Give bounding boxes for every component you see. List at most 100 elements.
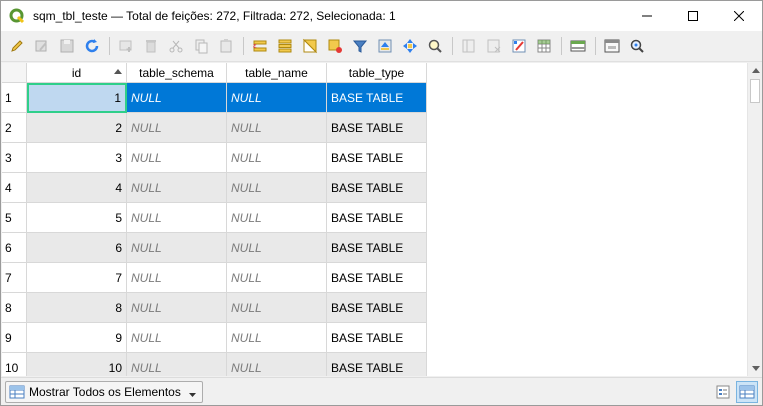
cell-table-type[interactable]: BASE TABLE (327, 293, 427, 323)
table-row[interactable]: 3 3 NULL NULL BASE TABLE (2, 143, 427, 173)
row-number[interactable]: 7 (2, 263, 27, 293)
cell-id[interactable]: 5 (27, 203, 127, 233)
cell-table-name[interactable]: NULL (227, 143, 327, 173)
form-view-button[interactable] (712, 381, 734, 403)
cut-icon[interactable] (164, 34, 188, 58)
cell-table-type[interactable]: BASE TABLE (327, 263, 427, 293)
save-edits-icon[interactable] (55, 34, 79, 58)
scroll-down-icon[interactable] (748, 361, 762, 376)
cell-table-schema[interactable]: NULL (127, 83, 227, 113)
table-view-button[interactable] (736, 381, 758, 403)
row-number[interactable]: 10 (2, 353, 27, 376)
cell-table-schema[interactable]: NULL (127, 263, 227, 293)
identify-icon[interactable] (625, 34, 649, 58)
add-feature-icon[interactable] (114, 34, 138, 58)
cell-id[interactable]: 1 (27, 83, 127, 113)
pan-to-selection-icon[interactable] (398, 34, 422, 58)
scroll-up-icon[interactable] (748, 63, 762, 78)
row-number[interactable]: 8 (2, 293, 27, 323)
cell-id[interactable]: 2 (27, 113, 127, 143)
cell-table-type[interactable]: BASE TABLE (327, 143, 427, 173)
cell-table-type[interactable]: BASE TABLE (327, 353, 427, 376)
column-header-table-schema[interactable]: table_schema (127, 63, 227, 83)
dock-table-icon[interactable] (566, 34, 590, 58)
cell-table-type[interactable]: BASE TABLE (327, 83, 427, 113)
maximize-button[interactable] (670, 1, 716, 31)
cell-id[interactable]: 10 (27, 353, 127, 376)
header-corner[interactable] (2, 63, 27, 83)
column-header-table-type[interactable]: table_type (327, 63, 427, 83)
row-number[interactable]: 6 (2, 233, 27, 263)
vertical-scrollbar[interactable] (747, 63, 762, 376)
column-header-id[interactable]: id (27, 63, 127, 83)
cell-table-schema[interactable]: NULL (127, 353, 227, 376)
row-number[interactable]: 2 (2, 113, 27, 143)
filter-select-icon[interactable] (348, 34, 372, 58)
title-bar[interactable]: sqm_tbl_teste — Total de feições: 272, F… (1, 1, 762, 31)
row-number[interactable]: 1 (2, 83, 27, 113)
cell-table-name[interactable]: NULL (227, 293, 327, 323)
delete-field-icon[interactable] (482, 34, 506, 58)
pencil-edit-icon[interactable] (5, 34, 29, 58)
cell-table-type[interactable]: BASE TABLE (327, 203, 427, 233)
cell-id[interactable]: 8 (27, 293, 127, 323)
cell-table-type[interactable]: BASE TABLE (327, 113, 427, 143)
cell-table-type[interactable]: BASE TABLE (327, 323, 427, 353)
table-row[interactable]: 8 8 NULL NULL BASE TABLE (2, 293, 427, 323)
table-row[interactable]: 2 2 NULL NULL BASE TABLE (2, 113, 427, 143)
copy-icon[interactable] (189, 34, 213, 58)
cell-id[interactable]: 6 (27, 233, 127, 263)
cell-table-name[interactable]: NULL (227, 233, 327, 263)
conditional-format-icon[interactable] (532, 34, 556, 58)
multi-edit-icon[interactable] (30, 34, 54, 58)
move-selection-top-icon[interactable] (373, 34, 397, 58)
table-row[interactable]: 1 1 NULL NULL BASE TABLE (2, 83, 427, 113)
cell-table-type[interactable]: BASE TABLE (327, 173, 427, 203)
cell-table-name[interactable]: NULL (227, 173, 327, 203)
cell-table-schema[interactable]: NULL (127, 323, 227, 353)
select-expression-icon[interactable]: ε (248, 34, 272, 58)
cell-id[interactable]: 3 (27, 143, 127, 173)
row-number[interactable]: 3 (2, 143, 27, 173)
cell-table-schema[interactable]: NULL (127, 143, 227, 173)
minimize-button[interactable] (624, 1, 670, 31)
row-number[interactable]: 9 (2, 323, 27, 353)
cell-table-name[interactable]: NULL (227, 83, 327, 113)
show-all-features-dropdown[interactable]: Mostrar Todos os Elementos (5, 381, 203, 403)
delete-feature-icon[interactable] (139, 34, 163, 58)
field-calculator-icon[interactable] (507, 34, 531, 58)
reload-icon[interactable] (80, 34, 104, 58)
invert-selection-icon[interactable] (298, 34, 322, 58)
table-row[interactable]: 6 6 NULL NULL BASE TABLE (2, 233, 427, 263)
cell-table-name[interactable]: NULL (227, 353, 327, 376)
zoom-to-selection-icon[interactable] (423, 34, 447, 58)
cell-id[interactable]: 9 (27, 323, 127, 353)
column-header-table-name[interactable]: table_name (227, 63, 327, 83)
cell-table-schema[interactable]: NULL (127, 233, 227, 263)
close-button[interactable] (716, 1, 762, 31)
deselect-all-icon[interactable] (323, 34, 347, 58)
cell-id[interactable]: 4 (27, 173, 127, 203)
cell-table-name[interactable]: NULL (227, 263, 327, 293)
table-row[interactable]: 10 10 NULL NULL BASE TABLE (2, 353, 427, 376)
cell-table-schema[interactable]: NULL (127, 293, 227, 323)
table-row[interactable]: 5 5 NULL NULL BASE TABLE (2, 203, 427, 233)
select-all-icon[interactable] (273, 34, 297, 58)
cell-table-type[interactable]: BASE TABLE (327, 233, 427, 263)
table-row[interactable]: 7 7 NULL NULL BASE TABLE (2, 263, 427, 293)
new-field-icon[interactable] (457, 34, 481, 58)
actions-icon[interactable] (600, 34, 624, 58)
attribute-table[interactable]: id table_schema table_name table_type 11… (2, 63, 762, 376)
cell-table-name[interactable]: NULL (227, 323, 327, 353)
cell-table-name[interactable]: NULL (227, 203, 327, 233)
cell-id[interactable]: 7 (27, 263, 127, 293)
row-number[interactable]: 4 (2, 173, 27, 203)
table-row[interactable]: 4 4 NULL NULL BASE TABLE (2, 173, 427, 203)
row-number[interactable]: 5 (2, 203, 27, 233)
cell-table-name[interactable]: NULL (227, 113, 327, 143)
cell-table-schema[interactable]: NULL (127, 113, 227, 143)
scrollbar-thumb[interactable] (750, 79, 760, 103)
cell-table-schema[interactable]: NULL (127, 173, 227, 203)
paste-icon[interactable] (214, 34, 238, 58)
cell-table-schema[interactable]: NULL (127, 203, 227, 233)
